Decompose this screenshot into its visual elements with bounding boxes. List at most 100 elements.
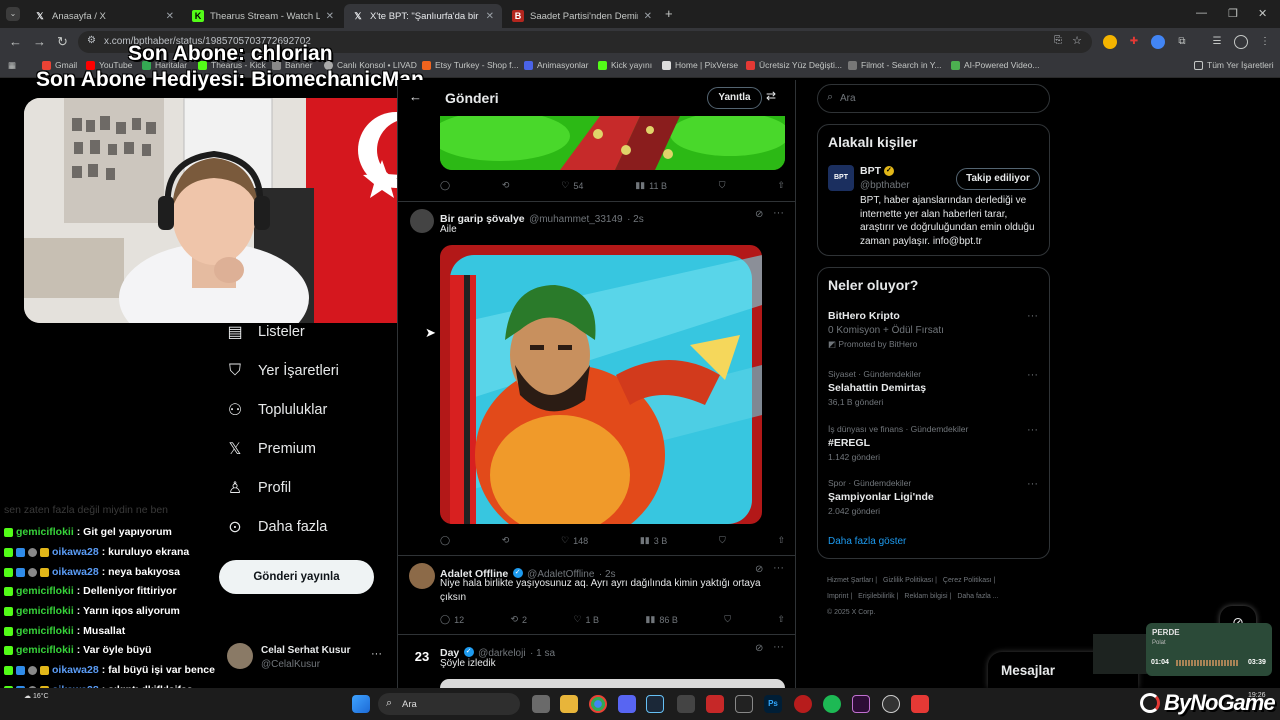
retweet-icon[interactable]: ⟲: [502, 535, 510, 546]
avatar[interactable]: [409, 563, 435, 589]
views-button[interactable]: ▮▮ 11 B: [635, 180, 667, 191]
tab-search-icon[interactable]: ⌄: [6, 7, 20, 21]
chrome-icon[interactable]: [589, 695, 607, 713]
bookmark-icon[interactable]: ⛉: [719, 535, 726, 546]
show-more-link[interactable]: Daha fazla göster: [828, 536, 906, 547]
obs-icon[interactable]: [882, 695, 900, 713]
sidebar-item-profile[interactable]: ♙ Profil: [226, 479, 291, 497]
back-arrow-icon[interactable]: ←: [409, 89, 422, 104]
grok-icon[interactable]: ⊘: [755, 209, 763, 220]
start-icon[interactable]: [352, 695, 370, 713]
sidebar-item-premium[interactable]: 𝕏 Premium: [226, 440, 316, 458]
footer-link[interactable]: Erişilebilirlik: [858, 593, 895, 600]
spotify-icon[interactable]: [823, 695, 841, 713]
chat-username[interactable]: oikawa28: [52, 566, 99, 578]
close-icon[interactable]: ✕: [644, 11, 652, 22]
views-button[interactable]: ▮▮ 3 B: [640, 535, 667, 546]
retweet-icon[interactable]: ⟲: [502, 180, 510, 191]
minimize-icon[interactable]: —: [1196, 7, 1207, 19]
bookmark-filmot[interactable]: Filmot - Search in Y...: [848, 60, 941, 70]
star-icon[interactable]: ☆: [1072, 34, 1082, 47]
chat-username[interactable]: oikawa28: [52, 546, 99, 558]
more-icon[interactable]: ···: [773, 641, 784, 653]
taskbar-search[interactable]: ⌕ Ara: [378, 693, 520, 715]
task-view-icon[interactable]: [532, 695, 550, 713]
apps-icon[interactable]: ▦: [8, 60, 16, 71]
trend-item[interactable]: Spor · Gündemdekiler Şampiyonlar Ligi'nd…: [828, 478, 1028, 516]
bookmark-kick-stream[interactable]: Kick yayını: [598, 60, 652, 70]
related-handle[interactable]: @bpthaber: [860, 180, 910, 191]
author-handle[interactable]: @muhammet_33149: [529, 214, 623, 225]
close-icon[interactable]: ✕: [326, 11, 334, 22]
avatar[interactable]: 23: [409, 644, 435, 670]
trend-promoted[interactable]: BitHero Kripto 0 Komisyon + Ödül Fırsatı…: [828, 310, 1028, 350]
footer-link[interactable]: Hizmet Şartları: [827, 577, 873, 584]
share-icon[interactable]: ⇧: [777, 535, 785, 546]
post-button[interactable]: Gönderi yayınla: [219, 560, 374, 594]
bookmark-icon[interactable]: ⛉: [724, 614, 731, 625]
bookmark-etsy[interactable]: Etsy Turkey - Shop f...: [422, 60, 519, 70]
discord-icon[interactable]: [618, 695, 636, 713]
bookmark-pixverse[interactable]: Home | PixVerse: [662, 60, 738, 70]
footer-link[interactable]: Daha fazla ...: [957, 593, 998, 600]
more-icon[interactable]: ···: [371, 648, 382, 660]
filter-icon[interactable]: ⇄: [766, 89, 776, 103]
all-bookmarks[interactable]: Tüm Yer İşaretleri: [1194, 60, 1274, 70]
more-icon[interactable]: ···: [1027, 478, 1038, 490]
reply-icon[interactable]: ◯: [440, 535, 450, 546]
sidebar-item-more[interactable]: ⊙ Daha fazla: [226, 518, 327, 536]
reply-button[interactable]: Yanıtla: [707, 87, 762, 109]
views-button[interactable]: ▮▮ 86 B: [645, 614, 677, 625]
trend-item[interactable]: Siyaset · Gündemdekiler Selahattin Demir…: [828, 369, 1028, 407]
more-icon[interactable]: ···: [1027, 369, 1038, 381]
restore-icon[interactable]: ❐: [1228, 7, 1238, 20]
chat-username[interactable]: gemiciflokii: [16, 526, 74, 538]
install-app-icon[interactable]: ⎘: [1054, 35, 1062, 46]
back-icon[interactable]: ←: [9, 34, 22, 49]
extension-icon[interactable]: [1103, 35, 1117, 49]
app-icon[interactable]: [852, 695, 870, 713]
weather-widget[interactable]: ☁ 16°C: [24, 692, 49, 700]
reload-icon[interactable]: ↻: [57, 34, 68, 50]
site-info-icon[interactable]: ⚙: [87, 35, 96, 46]
sidebar-item-bookmarks[interactable]: ⛉ Yer İşaretleri: [226, 362, 339, 380]
sidebar-item-lists[interactable]: ▤ Listeler: [226, 323, 304, 341]
close-icon[interactable]: ✕: [166, 11, 174, 22]
post-time[interactable]: · 1 sa: [530, 648, 555, 659]
share-icon[interactable]: ⇧: [777, 614, 785, 625]
profile-avatar-icon[interactable]: [1234, 35, 1248, 49]
more-icon[interactable]: ···: [773, 207, 784, 219]
footer-link[interactable]: Çerez Politikası: [943, 577, 992, 584]
bookmark-icon[interactable]: ⛉: [719, 180, 726, 191]
more-icon[interactable]: ···: [1027, 424, 1038, 436]
account-switcher[interactable]: Celal Serhat Kusur @CelalKusur ···: [225, 641, 385, 677]
extension-icon[interactable]: ✚: [1127, 35, 1141, 49]
puzzle-icon[interactable]: ⧉: [1175, 35, 1189, 49]
avatar[interactable]: BPT: [828, 165, 854, 191]
grok-icon[interactable]: ⊘: [755, 564, 763, 575]
close-window-icon[interactable]: ✕: [1258, 7, 1267, 20]
chat-username[interactable]: gemiciflokii: [16, 585, 74, 597]
tab-bpt-post[interactable]: 𝕏 X'te BPT: "Şanlıurfa'da bir ailenin ✕: [344, 4, 502, 28]
grok-icon[interactable]: ⊘: [755, 643, 763, 654]
bookmark-animations[interactable]: Animasyonlar: [524, 60, 589, 70]
retweet-button[interactable]: ⟲ 2: [510, 614, 527, 625]
sidebar-item-communities[interactable]: ⚇ Topluluklar: [226, 401, 328, 419]
chat-username[interactable]: gemiciflokii: [16, 625, 74, 637]
app-icon[interactable]: [794, 695, 812, 713]
photoshop-icon[interactable]: Ps: [764, 695, 782, 713]
extension-icon[interactable]: [1151, 35, 1165, 49]
footer-link[interactable]: Gizlilik Politikası: [883, 577, 933, 584]
chat-username[interactable]: oikawa28: [52, 664, 99, 676]
reply-icon[interactable]: ◯: [440, 180, 450, 191]
like-button[interactable]: ♡ 1 B: [573, 614, 599, 625]
menu-icon[interactable]: ⋮: [1258, 35, 1272, 49]
reply-button[interactable]: ◯ 12: [440, 614, 464, 625]
like-button[interactable]: ♡ 54: [561, 180, 583, 191]
post-image[interactable]: [440, 679, 785, 688]
tab-kick-stream[interactable]: K Thearus Stream - Watch Live on ✕: [184, 4, 342, 28]
app-icon[interactable]: [911, 695, 929, 713]
close-icon[interactable]: ✕: [486, 11, 494, 22]
following-button[interactable]: Takip ediliyor: [956, 168, 1040, 190]
related-name[interactable]: BPT ✓: [860, 165, 894, 177]
